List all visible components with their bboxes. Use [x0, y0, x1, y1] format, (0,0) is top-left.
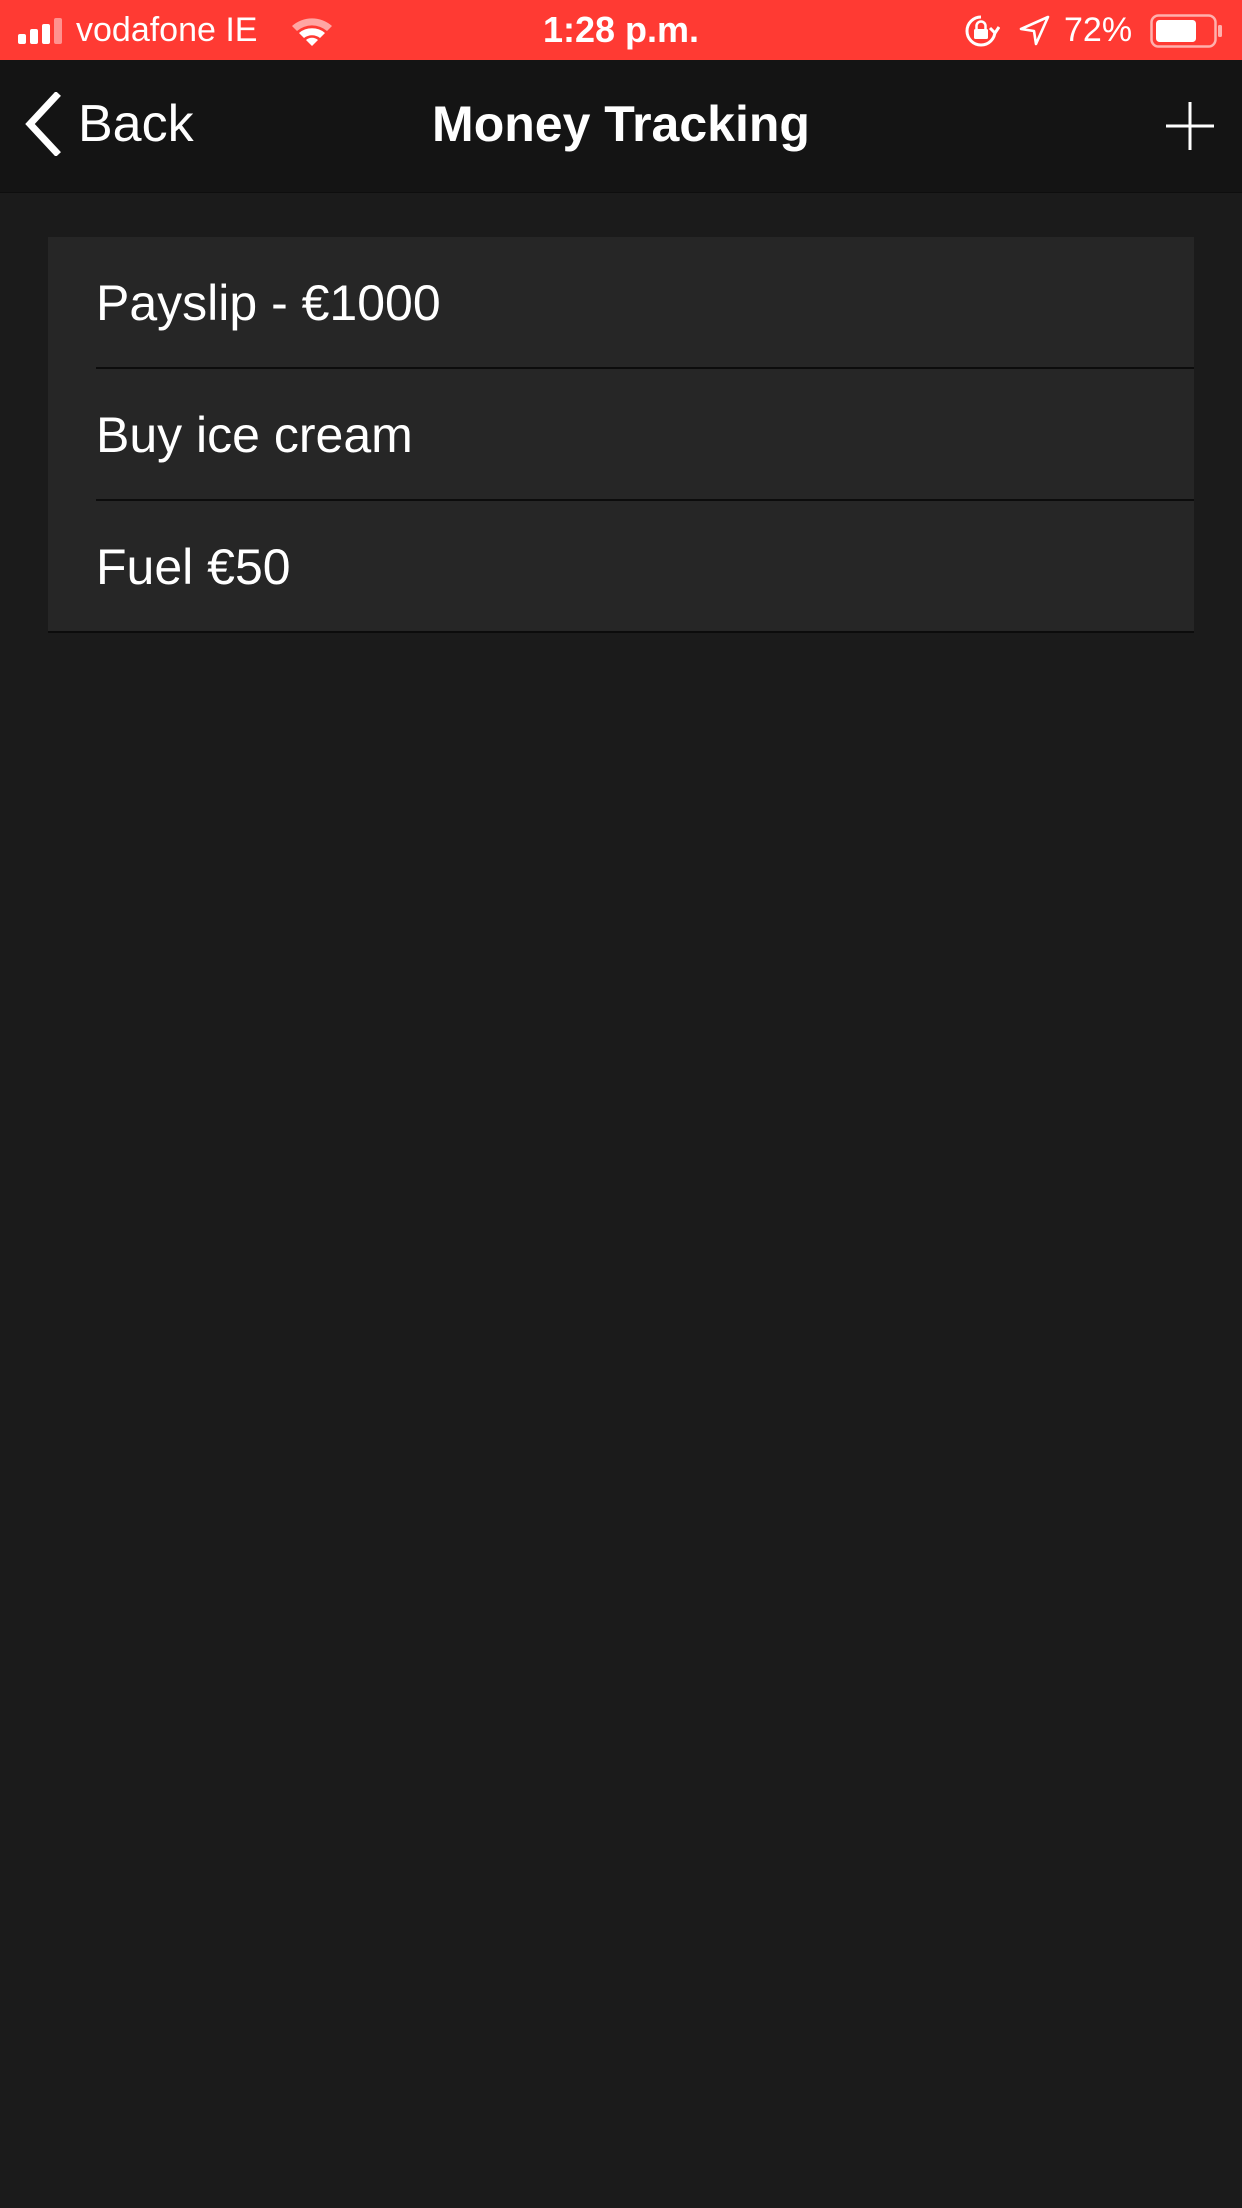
add-button[interactable]	[1164, 100, 1216, 152]
transaction-list: Payslip - €1000 Buy ice cream Fuel €50	[48, 237, 1194, 633]
list-item[interactable]: Buy ice cream	[48, 369, 1194, 501]
plus-icon	[1166, 102, 1214, 150]
list-item[interactable]: Fuel €50	[48, 501, 1194, 633]
battery-percentage: 72%	[1064, 11, 1133, 49]
list-item[interactable]: Payslip - €1000	[48, 237, 1194, 369]
list-item-label: Payslip - €1000	[96, 275, 441, 331]
divider	[48, 631, 1194, 633]
list-item-label: Buy ice cream	[96, 407, 413, 463]
status-bar: vodafone IE 1:28 p.m. 72%	[0, 0, 1242, 60]
rotation-lock-icon	[965, 15, 1000, 47]
battery-icon	[1150, 14, 1222, 48]
location-arrow-icon	[1019, 15, 1050, 46]
list-item-label: Fuel €50	[96, 539, 291, 595]
status-time: 1:28 p.m.	[542, 9, 700, 50]
page-title: Money Tracking	[432, 96, 810, 152]
navigation-bar: Back Money Tracking	[0, 60, 1242, 193]
